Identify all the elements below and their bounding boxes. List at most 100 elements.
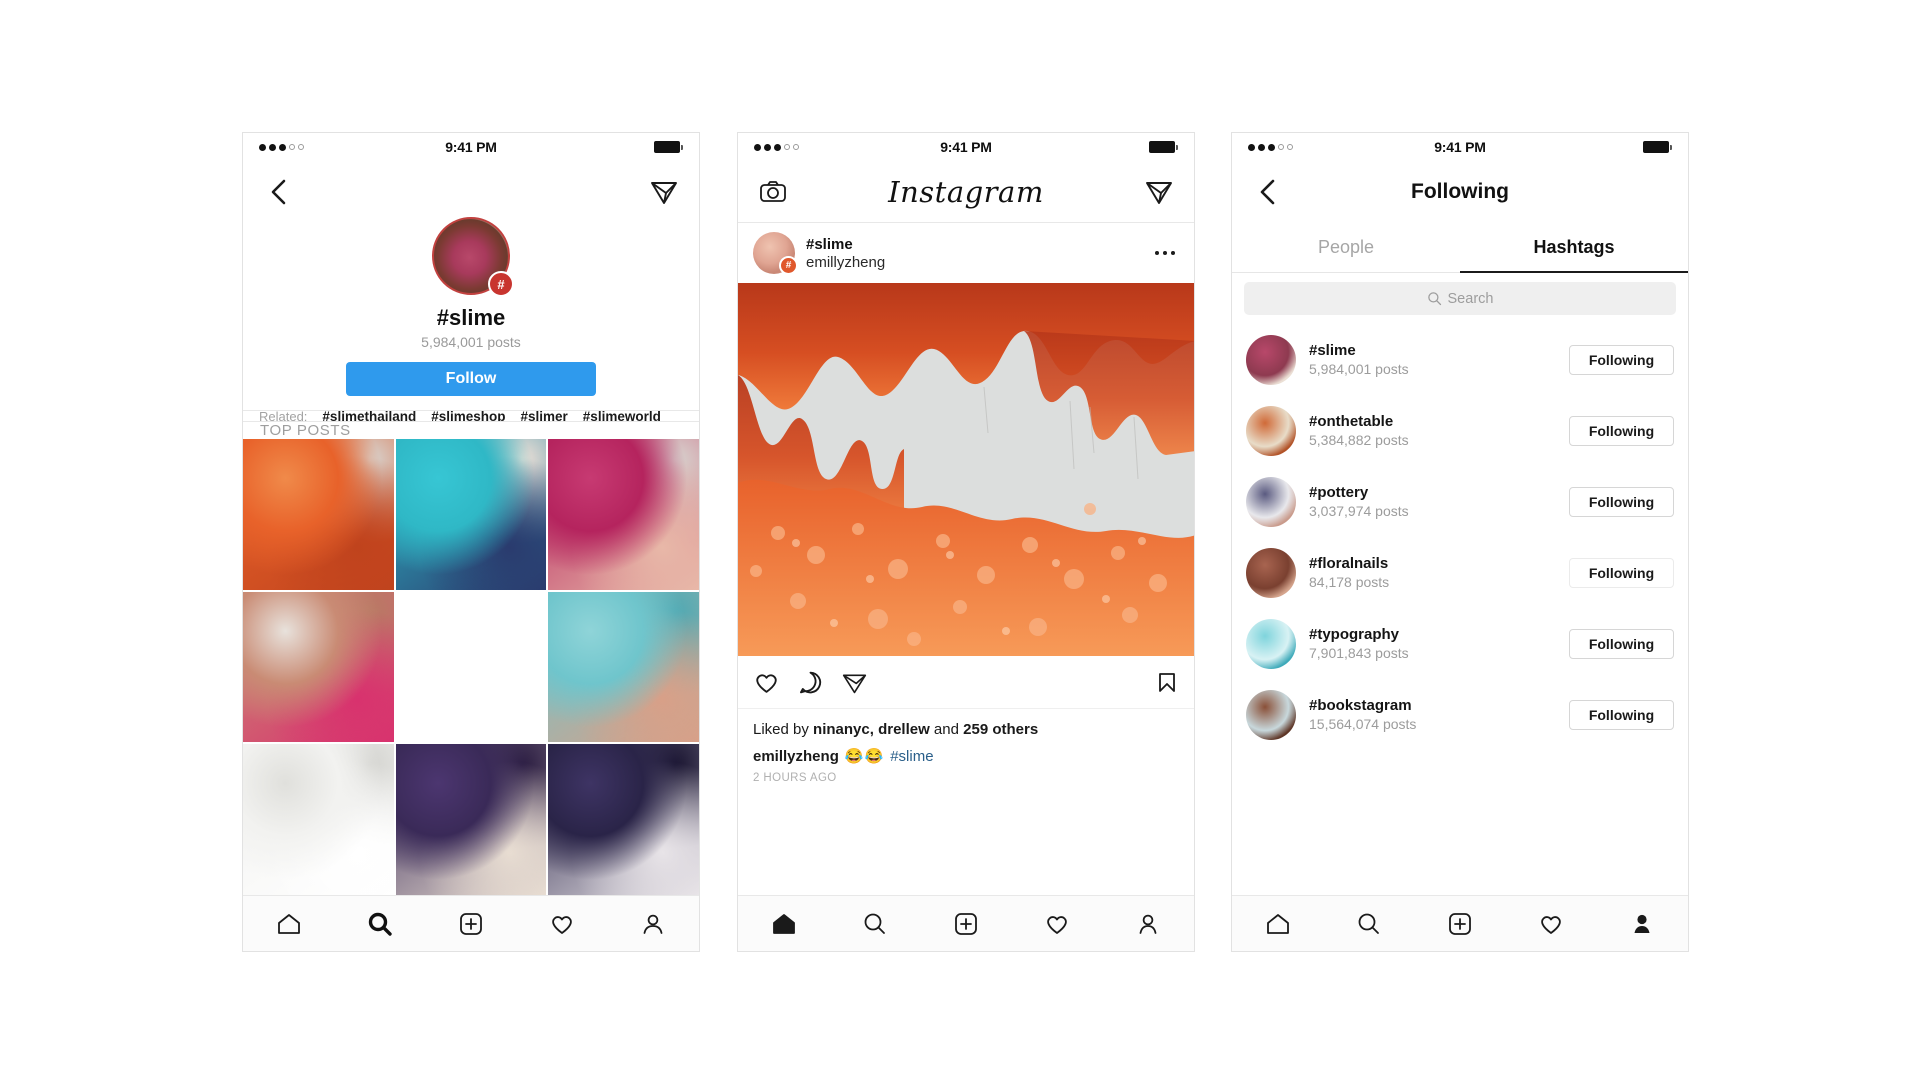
comment-button[interactable] (797, 669, 824, 696)
following-button[interactable]: Following (1569, 486, 1674, 517)
like-button[interactable] (753, 669, 780, 696)
hashtag-avatar[interactable] (1246, 476, 1296, 527)
post-username[interactable]: emillyzheng (806, 254, 1140, 271)
tab-profile[interactable] (632, 903, 674, 945)
back-button[interactable] (1250, 175, 1284, 209)
search-icon (1358, 913, 1379, 934)
hashtag-avatar[interactable] (1246, 547, 1296, 598)
follow-button[interactable]: Follow (346, 362, 596, 396)
tab-add-post[interactable] (450, 903, 492, 945)
tab-add-post[interactable] (1439, 903, 1481, 945)
hashtag-post-count: 5,984,001 posts (1309, 361, 1409, 377)
post-meta: #slime emillyzheng (806, 236, 1140, 271)
hashtag-row[interactable]: #bookstagram 15,564,074 posts Following (1232, 679, 1688, 750)
grid-post-5[interactable] (396, 592, 547, 743)
tab-home[interactable] (268, 903, 310, 945)
more-options-icon[interactable] (1151, 241, 1180, 266)
heart-icon (1541, 915, 1561, 934)
orange-slime-dripping-photo (738, 283, 1194, 656)
signal-indicator (754, 143, 894, 151)
share-icon (842, 673, 867, 693)
following-button[interactable]: Following (1569, 699, 1674, 730)
share-button[interactable] (841, 669, 868, 696)
caption-username[interactable]: emillyzheng (753, 748, 839, 765)
tab-activity[interactable] (1530, 903, 1572, 945)
navigation-bar (243, 161, 699, 223)
phone-mockup-following-hashtags: 9:41 PM Following People Hashtags Search… (1231, 132, 1689, 952)
following-button[interactable]: Following (1569, 628, 1674, 659)
home-icon (277, 913, 300, 934)
grid-post-1[interactable] (243, 438, 394, 590)
bookmark-button[interactable] (1155, 670, 1179, 694)
tab-home[interactable] (1257, 903, 1299, 945)
following-button[interactable]: Following (1569, 415, 1674, 446)
back-button[interactable] (261, 175, 295, 209)
post-header: # #slime emillyzheng (738, 223, 1194, 283)
phone-mockup-hashtag-profile: 9:41 PM # #slime 5,984,001 posts Follow … (242, 132, 700, 952)
hashtag-row[interactable]: #floralnails 84,178 posts Following (1232, 537, 1688, 608)
grid-post-2[interactable] (395, 438, 547, 590)
bottom-tab-bar (738, 895, 1194, 951)
hashtag-name: #floralnails (1309, 555, 1389, 572)
status-bar: 9:41 PM (243, 133, 699, 161)
hashtag-name: #pottery (1309, 484, 1369, 501)
tab-search[interactable] (359, 903, 401, 945)
grid-post-6[interactable] (548, 591, 699, 743)
hashtag-row[interactable]: #slime 5,984,001 posts Following (1232, 324, 1688, 395)
add-post-icon (460, 912, 482, 935)
tab-activity[interactable] (1036, 903, 1078, 945)
top-posts-section-header: TOP POSTS (243, 422, 699, 439)
related-tag-4[interactable]: #slimeworld (583, 411, 661, 421)
following-button[interactable]: Following (1569, 557, 1674, 588)
related-tag-1[interactable]: #slimethailand (322, 411, 416, 421)
hashtag-badge-icon: # (779, 256, 798, 275)
hashtag-meta: #pottery 3,037,974 posts (1309, 484, 1556, 519)
camera-icon (760, 180, 786, 202)
likes-names[interactable]: ninanyc, drellew (813, 721, 930, 738)
tab-search[interactable] (1348, 903, 1390, 945)
hashtag-row[interactable]: #typography 7,901,843 posts Following (1232, 608, 1688, 679)
camera-button[interactable] (756, 175, 790, 209)
tab-home[interactable] (763, 903, 805, 945)
hashtag-avatar[interactable] (1246, 405, 1296, 456)
hashtag-meta: #typography 7,901,843 posts (1309, 626, 1556, 661)
grid-post-8[interactable] (395, 744, 547, 895)
hashtag-post-count: 5,384,882 posts (1309, 432, 1409, 448)
direct-message-button[interactable] (1142, 175, 1176, 209)
hashtag-list: #slime 5,984,001 posts Following #onthetabl… (1232, 324, 1688, 895)
search-placeholder: Search (1447, 290, 1494, 307)
profile-icon (643, 914, 663, 934)
tab-profile[interactable] (1621, 903, 1663, 945)
hashtag-row[interactable]: #onthetable 5,384,882 posts Following (1232, 395, 1688, 466)
bookmark-icon (1159, 673, 1175, 692)
hashtag-meta: #floralnails 84,178 posts (1309, 555, 1556, 590)
related-hashtags-row[interactable]: Related: #slimethailand #slimeshop #slim… (243, 410, 699, 422)
caption-hashtag[interactable]: #slime (890, 748, 933, 765)
post-hashtag-label[interactable]: #slime (806, 236, 1140, 253)
status-time: 9:41 PM (940, 139, 992, 155)
tab-hashtags[interactable]: Hashtags (1460, 223, 1688, 273)
grid-post-9[interactable] (548, 744, 699, 895)
related-tag-2[interactable]: #slimeshop (431, 411, 505, 421)
tab-activity[interactable] (541, 903, 583, 945)
hashtag-avatar[interactable] (1246, 689, 1296, 740)
tab-profile[interactable] (1127, 903, 1169, 945)
tab-people[interactable]: People (1232, 223, 1460, 273)
related-tag-3[interactable]: #slimer (521, 411, 568, 421)
following-button[interactable]: Following (1569, 344, 1674, 375)
grid-post-4[interactable] (243, 591, 394, 743)
hashtag-avatar[interactable] (1246, 618, 1296, 669)
post-avatar[interactable]: # (753, 232, 798, 275)
hashtag-post-count: 3,037,974 posts (1309, 503, 1409, 519)
hashtag-avatar[interactable] (1246, 334, 1296, 385)
home-icon (1266, 913, 1289, 934)
tab-search[interactable] (854, 903, 896, 945)
grid-post-7[interactable] (243, 744, 394, 895)
grid-post-3[interactable] (548, 438, 699, 590)
hashtag-row[interactable]: #pottery 3,037,974 posts Following (1232, 466, 1688, 537)
segment-tabs: People Hashtags (1232, 223, 1688, 273)
search-input[interactable]: Search (1244, 282, 1676, 315)
tab-add-post[interactable] (945, 903, 987, 945)
direct-message-button[interactable] (647, 175, 681, 209)
likes-count[interactable]: 259 others (963, 721, 1038, 738)
